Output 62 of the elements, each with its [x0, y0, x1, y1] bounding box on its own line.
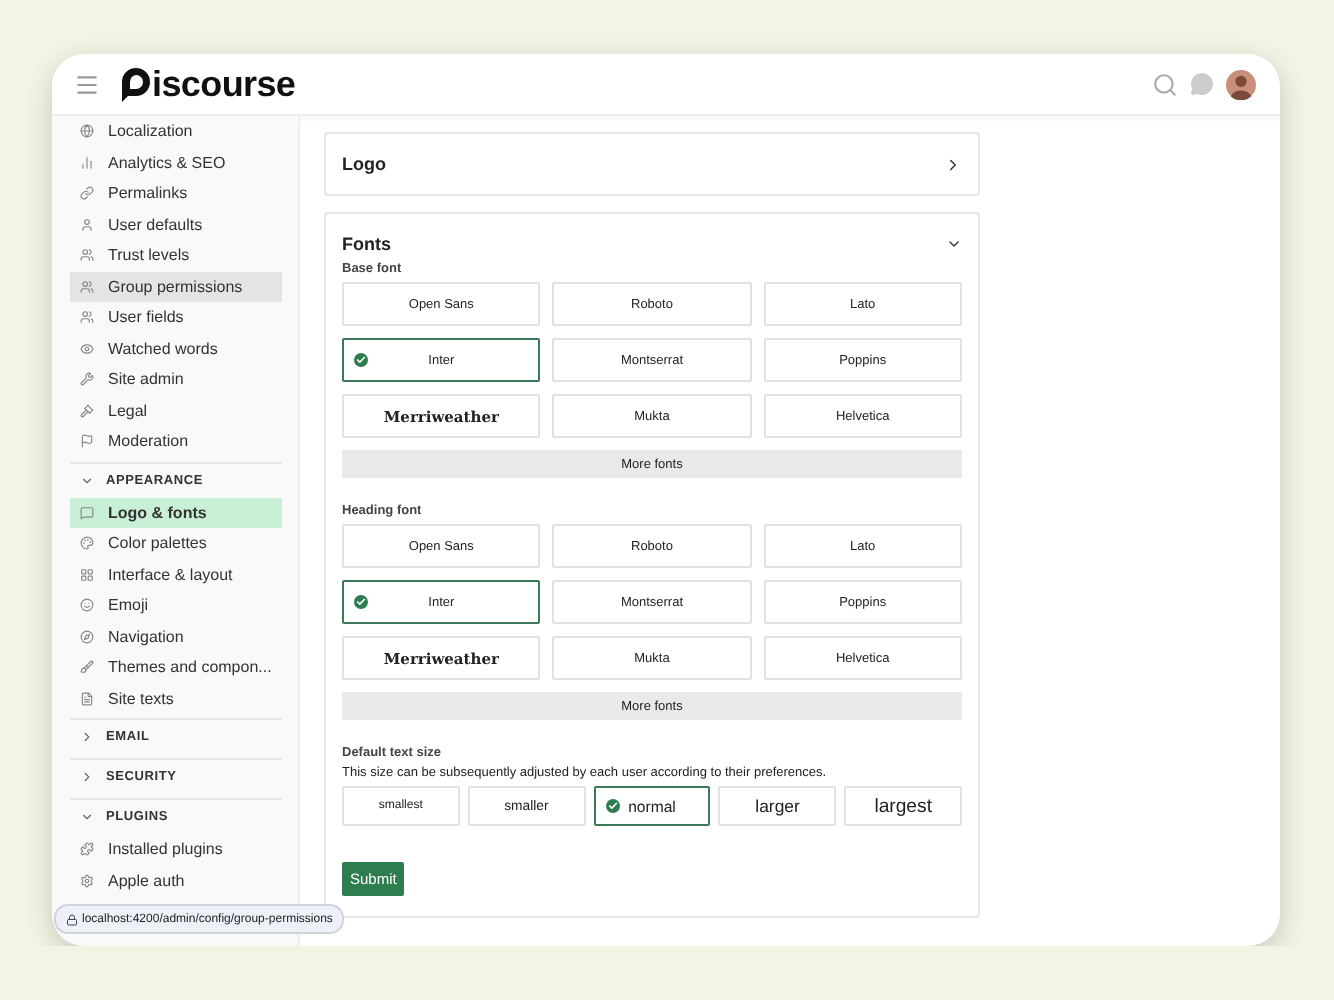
palette-icon: [80, 536, 94, 551]
sidebar-item[interactable]: Site texts: [70, 683, 282, 714]
user-icon: [80, 217, 94, 232]
gear-icon: [80, 873, 94, 888]
sidebar-item[interactable]: Apple auth: [70, 865, 282, 896]
chat-icon[interactable]: [1190, 72, 1214, 96]
sidebar-item[interactable]: Legal: [70, 395, 282, 426]
sidebar-item[interactable]: Color palettes: [70, 528, 282, 559]
globe-icon: [80, 124, 94, 139]
chart-icon: [80, 155, 94, 170]
chevron-down-icon: [946, 236, 962, 252]
sidebar-item[interactable]: Installed plugins: [70, 834, 282, 865]
panel-title: Logo: [342, 154, 386, 174]
sidebar-item[interactable]: Analytics & SEO: [70, 147, 282, 178]
eye-icon: [80, 341, 94, 356]
check-icon: [605, 799, 620, 813]
sidebar-item[interactable]: User defaults: [70, 209, 282, 240]
brush-icon: [80, 660, 94, 675]
gavel-icon: [80, 403, 94, 418]
text-size-option[interactable]: larger: [718, 786, 837, 826]
sidebar-item[interactable]: Navigation: [70, 621, 282, 652]
logo-text: iscourse: [152, 63, 296, 105]
sidebar-item[interactable]: Group permissions: [70, 271, 282, 302]
chevron-down-icon: [80, 810, 94, 824]
menu-icon[interactable]: [74, 71, 100, 97]
sidebar-item[interactable]: Themes and compon...: [70, 652, 282, 683]
chevron-down-icon: [80, 473, 94, 487]
users-icon: [80, 279, 94, 294]
users-icon: [80, 248, 94, 263]
text-size-option[interactable]: largest: [844, 786, 962, 826]
sidebar-item[interactable]: User fields: [70, 302, 282, 333]
lock-icon: [66, 913, 78, 925]
compass-icon: [80, 629, 94, 644]
sidebar-item[interactable]: Permalinks: [70, 178, 282, 209]
sidebar-item[interactable]: Localization: [70, 116, 282, 147]
collapse-toggle[interactable]: [946, 236, 962, 252]
panel-title: Fonts: [342, 234, 391, 254]
chevron-right-icon: [944, 155, 962, 173]
sidebar-item[interactable]: Logo & fonts: [70, 497, 282, 528]
check-icon: [354, 595, 368, 609]
avatar[interactable]: [1226, 69, 1256, 99]
wrench-icon: [80, 372, 94, 387]
search-icon[interactable]: [1152, 71, 1178, 97]
chevron-right-icon: [80, 730, 94, 744]
sidebar-item[interactable]: Emoji: [70, 590, 282, 621]
link-icon: [80, 186, 94, 201]
speech-bubble-icon: [80, 505, 94, 520]
sidebar-item[interactable]: Interface & layout: [70, 559, 282, 590]
puzzle-icon: [80, 842, 94, 857]
document-icon: [80, 691, 94, 706]
sidebar-item[interactable]: Site admin: [70, 364, 282, 395]
check-icon: [354, 353, 368, 367]
users-icon: [80, 310, 94, 325]
layout-icon: [80, 567, 94, 582]
smile-icon: [80, 598, 94, 613]
logo-mark-icon: [120, 65, 152, 103]
logo-panel[interactable]: Logo: [324, 132, 980, 196]
sidebar-item[interactable]: Trust levels: [70, 240, 282, 271]
sidebar-item[interactable]: Watched words: [70, 333, 282, 364]
chevron-right-icon: [80, 770, 94, 784]
sidebar-item[interactable]: Moderation: [70, 426, 282, 457]
flag-icon: [80, 434, 94, 449]
